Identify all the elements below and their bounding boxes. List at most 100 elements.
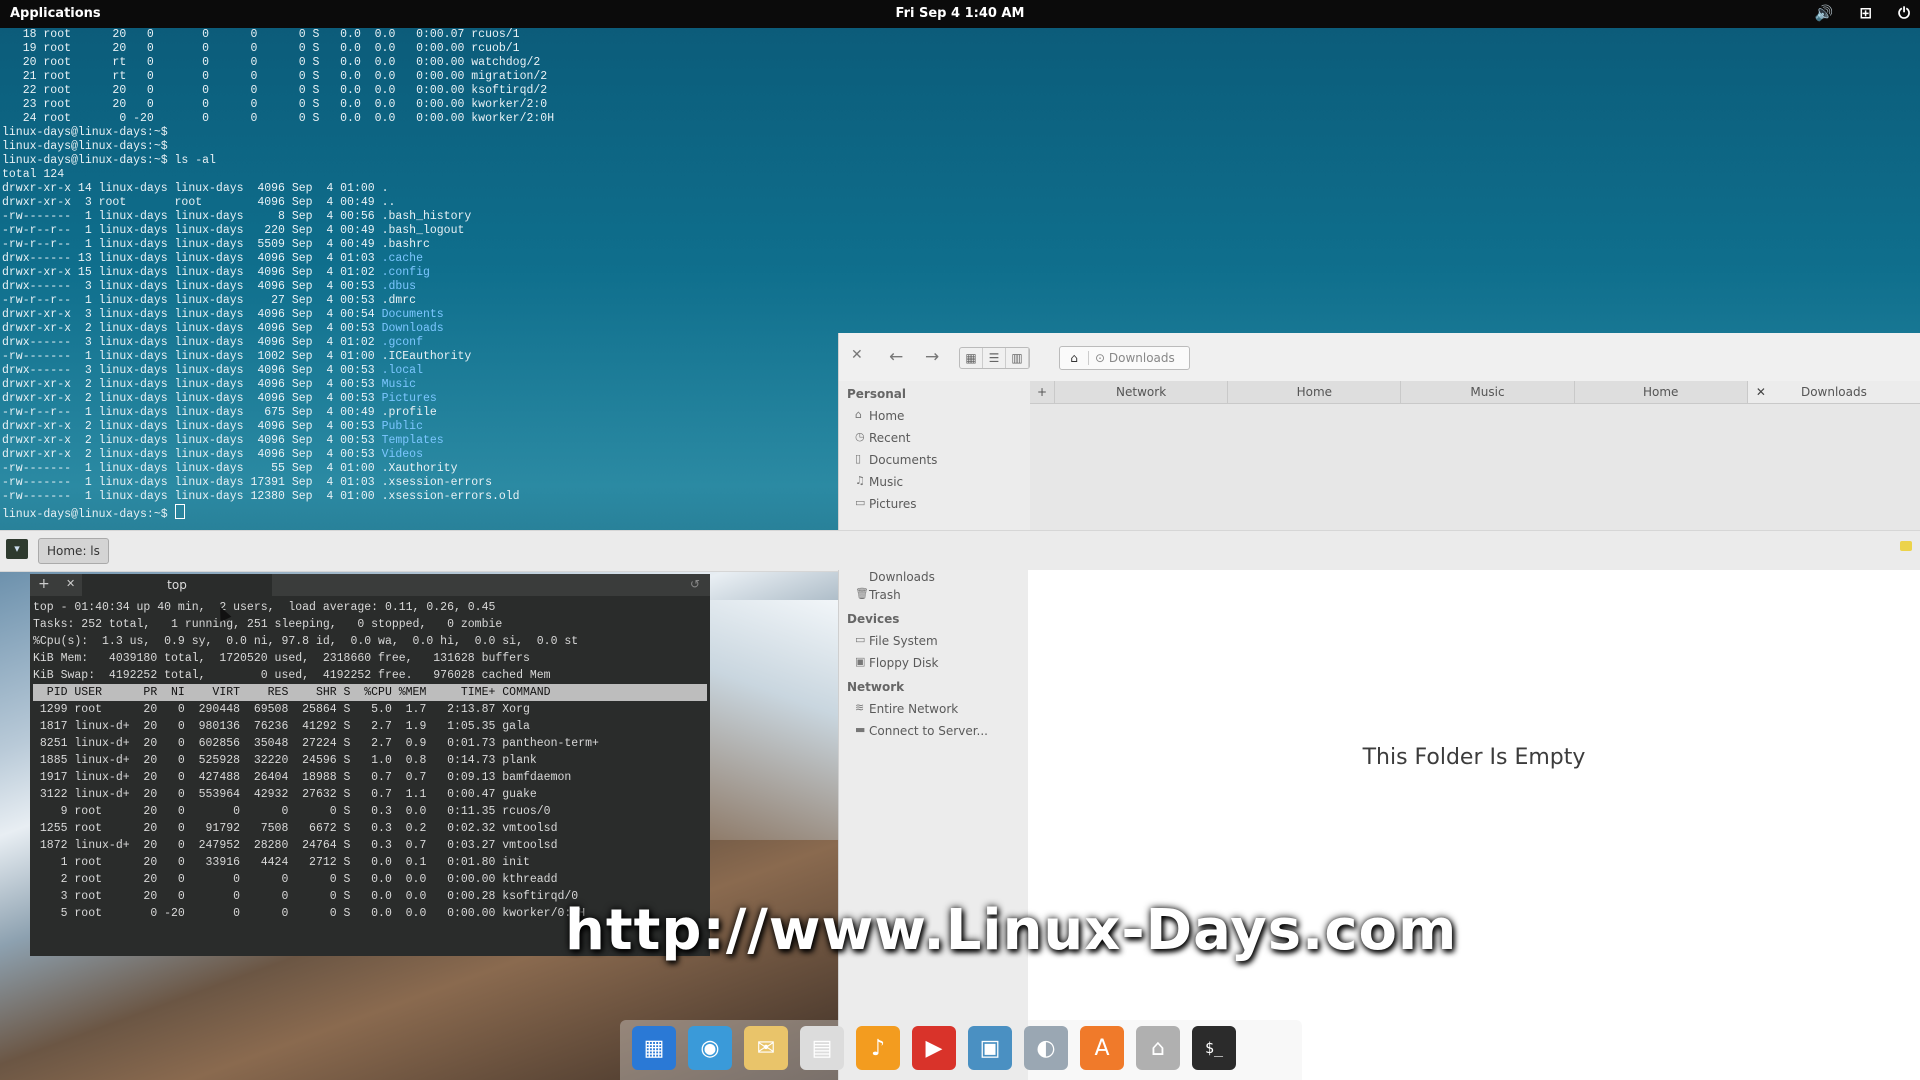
- tab-top[interactable]: top: [82, 574, 272, 596]
- list-view-icon[interactable]: ☰: [983, 348, 1006, 368]
- network-icon[interactable]: ⊞: [1860, 4, 1873, 22]
- server-icon: ▬: [855, 723, 866, 736]
- new-tab-button[interactable]: +: [1030, 381, 1055, 403]
- sidebar-item-connect-server[interactable]: ▬ Connect to Server...: [839, 720, 1029, 742]
- listing-meta: drwxr-xr-x 2 linux-days linux-days 4096 …: [2, 448, 382, 461]
- multitasking-icon[interactable]: ▦: [632, 1026, 676, 1070]
- listing-row: drwx------ 3 linux-days linux-days 4096 …: [2, 364, 838, 378]
- sidebar-item-file-system[interactable]: ▭ File System: [839, 630, 1029, 652]
- listing-meta: drwxr-xr-x 2 linux-days linux-days 4096 …: [2, 392, 382, 405]
- tab-home[interactable]: Home: [1228, 381, 1402, 403]
- listing-meta: drwxr-xr-x 2 linux-days linux-days 4096 …: [2, 322, 382, 335]
- path-bar[interactable]: ⌂ ⊙ Downloads: [1059, 346, 1190, 370]
- sidebar-item-downloads[interactable]: Downloads: [839, 570, 1029, 584]
- sidebar-item-trash[interactable]: 🗑 Trash: [839, 584, 1029, 606]
- forward-icon[interactable]: →: [925, 347, 939, 367]
- tab-network[interactable]: Network: [1055, 381, 1229, 403]
- video-player-icon[interactable]: ▶: [912, 1026, 956, 1070]
- photos-icon[interactable]: ▣: [968, 1026, 1012, 1070]
- listing-meta: drwxr-xr-x 3 linux-days linux-days 4096 …: [2, 308, 382, 321]
- file-manager-toolbar: ✕ ← → ▦ ☰ ▥ ⌂ ⊙ Downloads: [839, 333, 1920, 381]
- home-icon[interactable]: ⌂: [1060, 351, 1089, 365]
- process-row: 2 root 20 0 0 0 0 S 0.0 0.0 0:00.00 kthr…: [33, 873, 558, 886]
- window-button[interactable]: Home: ls: [38, 538, 109, 564]
- calendar-icon[interactable]: ▤: [800, 1026, 844, 1070]
- listing-name: .dbus: [381, 280, 417, 293]
- sidebar-item-documents[interactable]: ▯ Documents: [839, 449, 1029, 471]
- file-view-top: [1030, 404, 1920, 530]
- clock-icon: ◷: [855, 430, 865, 443]
- tab-home-2[interactable]: Home: [1575, 381, 1748, 403]
- listing-row: -rw-r--r-- 1 linux-days linux-days 27 Se…: [2, 294, 838, 308]
- listing-name: .bashrc: [381, 238, 430, 251]
- file-view[interactable]: This Folder Is Empty: [1028, 570, 1920, 1080]
- sidebar-item-recent[interactable]: ◷ Recent: [839, 427, 1029, 449]
- sidebar-item-label: Pictures: [869, 497, 917, 511]
- grid-view-icon[interactable]: ▦: [960, 348, 983, 368]
- process-row: 1872 linux-d+ 20 0 247952 28280 24764 S …: [33, 839, 558, 852]
- notification-icon[interactable]: [1900, 541, 1912, 551]
- history-icon[interactable]: ↺: [690, 577, 700, 591]
- listing-meta: -rw------- 1 linux-days linux-days 8 Sep…: [2, 210, 382, 223]
- tab-music[interactable]: Music: [1401, 381, 1575, 403]
- close-tab-icon[interactable]: ✕: [1756, 381, 1766, 403]
- sidebar: Personal ⌂ Home ◷ Recent ▯ Documents ♫ Music ▭ Pi…: [839, 381, 1029, 515]
- listing-row: drwxr-xr-x 15 linux-days linux-days 4096…: [2, 266, 838, 280]
- floppy-icon: ▣: [855, 655, 866, 668]
- terminal-line: 19 root 20 0 0 0 0 S 0.0 0.0 0:00.00 rcu…: [2, 42, 520, 55]
- browser-icon[interactable]: ◉: [688, 1026, 732, 1070]
- process-row: 1885 linux-d+ 20 0 525928 32220 24596 S …: [33, 754, 537, 767]
- terminal-line: linux-days@linux-days:~$: [2, 140, 168, 153]
- sidebar-item-pictures[interactable]: ▭ Pictures: [839, 493, 1029, 515]
- sidebar-item-label: Downloads: [869, 570, 935, 584]
- app-center-icon[interactable]: A: [1080, 1026, 1124, 1070]
- clock[interactable]: Fri Sep 4 1:40 AM: [0, 6, 1920, 21]
- sidebar-heading-devices: Devices: [847, 612, 900, 626]
- music-player-icon[interactable]: ♪: [856, 1026, 900, 1070]
- terminal-upper[interactable]: 18 root 20 0 0 0 0 S 0.0 0.0 0:00.07 rcu…: [0, 28, 840, 530]
- listing-row: drwxr-xr-x 2 linux-days linux-days 4096 …: [2, 322, 838, 336]
- sidebar-item-entire-network[interactable]: ≋ Entire Network: [839, 698, 1029, 720]
- listing-row: drwx------ 13 linux-days linux-days 4096…: [2, 252, 838, 266]
- listing-meta: drwx------ 3 linux-days linux-days 4096 …: [2, 336, 382, 349]
- sidebar-item-home[interactable]: ⌂ Home: [839, 405, 1029, 427]
- sidebar-item-label: Floppy Disk: [869, 656, 939, 670]
- new-tab-icon[interactable]: +: [38, 576, 50, 592]
- files-icon[interactable]: ⌂: [1136, 1026, 1180, 1070]
- listing-name: .gconf: [381, 336, 423, 349]
- sidebar-heading-network: Network: [847, 680, 905, 694]
- terminal-line: 21 root rt 0 0 0 0 S 0.0 0.0 0:00.00 mig…: [2, 70, 548, 83]
- power-icon[interactable]: ⏻: [1898, 4, 1910, 22]
- volume-icon[interactable]: 🔊: [1815, 4, 1834, 22]
- terminal-prompt-line[interactable]: linux-days@linux-days:~$: [0, 504, 840, 522]
- breadcrumb-label: Downloads: [1108, 351, 1175, 365]
- terminal-icon[interactable]: $_: [1192, 1026, 1236, 1070]
- terminal-tabbar: + ✕ top ↺: [30, 574, 710, 596]
- tab-downloads[interactable]: ✕ Downloads: [1747, 381, 1920, 403]
- watermark: http://www.Linux-Days.com: [565, 898, 1458, 963]
- listing-meta: drwxr-xr-x 2 linux-days linux-days 4096 …: [2, 420, 382, 433]
- terminal-line: 20 root rt 0 0 0 0 S 0.0 0.0 0:00.00 wat…: [2, 56, 541, 69]
- listing-name: Templates: [381, 434, 444, 447]
- process-row: 1917 linux-d+ 20 0 427488 26404 18988 S …: [33, 771, 572, 784]
- terminal-app-icon[interactable]: ▾: [6, 539, 28, 559]
- listing-row: -rw------- 1 linux-days linux-days 17391…: [2, 476, 838, 490]
- column-view-icon[interactable]: ▥: [1006, 348, 1029, 368]
- listing-name: .: [381, 182, 389, 195]
- tab-downloads-label: Downloads: [1800, 385, 1867, 399]
- file-manager-tabs: + Network Home Music Home ✕ Downloads: [1030, 381, 1920, 404]
- settings-icon[interactable]: ◐: [1024, 1026, 1068, 1070]
- listing-row: drwxr-xr-x 2 linux-days linux-days 4096 …: [2, 420, 838, 434]
- close-icon[interactable]: ✕: [851, 347, 863, 363]
- back-icon[interactable]: ←: [889, 347, 903, 367]
- mail-icon[interactable]: ✉: [744, 1026, 788, 1070]
- breadcrumb[interactable]: ⊙ Downloads: [1089, 351, 1189, 365]
- sidebar-item-floppy[interactable]: ▣ Floppy Disk: [839, 652, 1029, 674]
- top-summary-line: Tasks: 252 total, 1 running, 251 sleepin…: [33, 618, 503, 631]
- sidebar-item-music[interactable]: ♫ Music: [839, 471, 1029, 493]
- empty-folder-message: This Folder Is Empty: [1362, 745, 1586, 770]
- close-tab-icon[interactable]: ✕: [66, 577, 75, 590]
- top-summary-line: KiB Swap: 4192252 total, 0 used, 4192252…: [33, 669, 551, 682]
- listing-meta: -rw------- 1 linux-days linux-days 1002 …: [2, 350, 382, 363]
- document-icon: ▯: [855, 452, 862, 465]
